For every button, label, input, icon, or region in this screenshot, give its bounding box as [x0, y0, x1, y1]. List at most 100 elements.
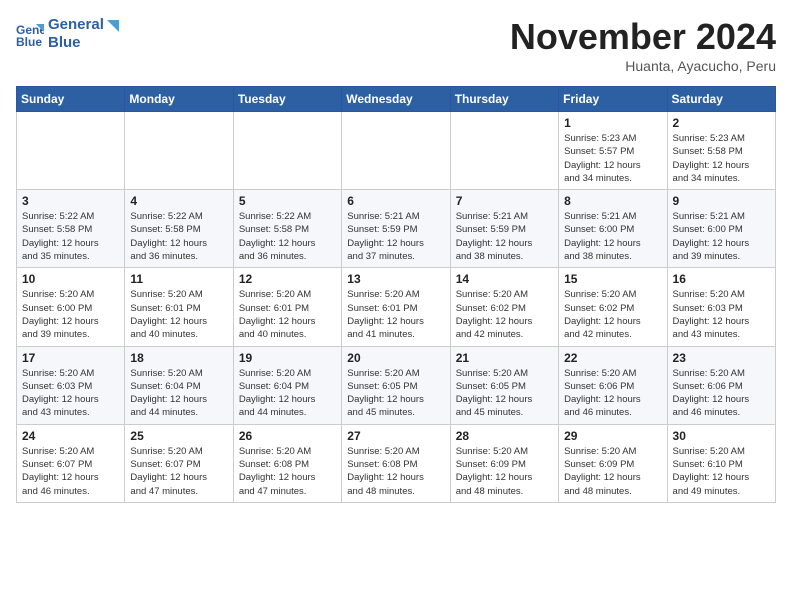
calendar-cell: 18 Sunrise: 5:20 AM Sunset: 6:04 PM Dayli… — [125, 346, 233, 424]
calendar-week-row: 24 Sunrise: 5:20 AM Sunset: 6:07 PM Dayli… — [17, 424, 776, 502]
day-info: Sunrise: 5:20 AM Sunset: 6:08 PM Dayligh… — [347, 445, 444, 498]
day-info: Sunrise: 5:20 AM Sunset: 6:06 PM Dayligh… — [673, 367, 770, 420]
col-header-sunday: Sunday — [17, 87, 125, 112]
day-number: 2 — [673, 116, 770, 130]
day-number: 13 — [347, 272, 444, 286]
location-subtitle: Huanta, Ayacucho, Peru — [510, 58, 776, 74]
calendar-cell: 25 Sunrise: 5:20 AM Sunset: 6:07 PM Dayli… — [125, 424, 233, 502]
calendar-cell: 11Sunrise: 5:20 AM Sunset: 6:01 PM Dayli… — [125, 268, 233, 346]
day-number: 9 — [673, 194, 770, 208]
calendar-cell: 24 Sunrise: 5:20 AM Sunset: 6:07 PM Dayli… — [17, 424, 125, 502]
calendar-cell: 27 Sunrise: 5:20 AM Sunset: 6:08 PM Dayli… — [342, 424, 450, 502]
day-number: 25 — [130, 429, 227, 443]
day-info: Sunrise: 5:20 AM Sunset: 6:07 PM Dayligh… — [130, 445, 227, 498]
day-number: 10 — [22, 272, 119, 286]
calendar-week-row: 10 Sunrise: 5:20 AM Sunset: 6:00 PM Dayli… — [17, 268, 776, 346]
logo-line1: General — [48, 16, 119, 34]
day-number: 30 — [673, 429, 770, 443]
day-number: 26 — [239, 429, 336, 443]
calendar-week-row: 1 Sunrise: 5:23 AM Sunset: 5:57 PM Daylig… — [17, 112, 776, 190]
calendar-week-row: 17 Sunrise: 5:20 AM Sunset: 6:03 PM Dayli… — [17, 346, 776, 424]
calendar-cell — [342, 112, 450, 190]
col-header-friday: Friday — [559, 87, 667, 112]
day-info: Sunrise: 5:21 AM Sunset: 6:00 PM Dayligh… — [564, 210, 661, 263]
day-number: 27 — [347, 429, 444, 443]
day-info: Sunrise: 5:20 AM Sunset: 6:03 PM Dayligh… — [22, 367, 119, 420]
day-number: 1 — [564, 116, 661, 130]
day-info: Sunrise: 5:20 AM Sunset: 6:09 PM Dayligh… — [564, 445, 661, 498]
calendar-week-row: 3Sunrise: 5:22 AM Sunset: 5:58 PM Daylig… — [17, 190, 776, 268]
day-number: 17 — [22, 351, 119, 365]
day-info: Sunrise: 5:20 AM Sunset: 6:04 PM Dayligh… — [130, 367, 227, 420]
logo-line2: Blue — [48, 34, 119, 52]
day-number: 6 — [347, 194, 444, 208]
day-number: 22 — [564, 351, 661, 365]
month-year-title: November 2024 — [510, 16, 776, 58]
calendar-cell: 30 Sunrise: 5:20 AM Sunset: 6:10 PM Dayli… — [667, 424, 775, 502]
day-info: Sunrise: 5:22 AM Sunset: 5:58 PM Dayligh… — [22, 210, 119, 263]
day-info: Sunrise: 5:21 AM Sunset: 6:00 PM Dayligh… — [673, 210, 770, 263]
day-info: Sunrise: 5:23 AM Sunset: 5:57 PM Dayligh… — [564, 132, 661, 185]
day-info: Sunrise: 5:21 AM Sunset: 5:59 PM Dayligh… — [456, 210, 553, 263]
calendar-cell: 5 Sunrise: 5:22 AM Sunset: 5:58 PM Daylig… — [233, 190, 341, 268]
day-info: Sunrise: 5:23 AM Sunset: 5:58 PM Dayligh… — [673, 132, 770, 185]
calendar-cell: 12 Sunrise: 5:20 AM Sunset: 6:01 PM Dayli… — [233, 268, 341, 346]
calendar-cell: 29 Sunrise: 5:20 AM Sunset: 6:09 PM Dayli… — [559, 424, 667, 502]
day-number: 16 — [673, 272, 770, 286]
day-number: 18 — [130, 351, 227, 365]
day-info: Sunrise: 5:20 AM Sunset: 6:01 PM Dayligh… — [130, 288, 227, 341]
day-info: Sunrise: 5:20 AM Sunset: 6:08 PM Dayligh… — [239, 445, 336, 498]
calendar-cell — [125, 112, 233, 190]
calendar-cell: 23 Sunrise: 5:20 AM Sunset: 6:06 PM Dayli… — [667, 346, 775, 424]
logo-triangle-icon — [105, 18, 119, 32]
day-info: Sunrise: 5:20 AM Sunset: 6:07 PM Dayligh… — [22, 445, 119, 498]
calendar-cell: 26 Sunrise: 5:20 AM Sunset: 6:08 PM Dayli… — [233, 424, 341, 502]
calendar-cell: 21Sunrise: 5:20 AM Sunset: 6:05 PM Dayli… — [450, 346, 558, 424]
calendar-cell — [233, 112, 341, 190]
day-number: 29 — [564, 429, 661, 443]
calendar-cell: 17 Sunrise: 5:20 AM Sunset: 6:03 PM Dayli… — [17, 346, 125, 424]
day-info: Sunrise: 5:20 AM Sunset: 6:06 PM Dayligh… — [564, 367, 661, 420]
calendar-cell — [17, 112, 125, 190]
day-info: Sunrise: 5:20 AM Sunset: 6:02 PM Dayligh… — [456, 288, 553, 341]
day-info: Sunrise: 5:22 AM Sunset: 5:58 PM Dayligh… — [130, 210, 227, 263]
calendar-cell: 4Sunrise: 5:22 AM Sunset: 5:58 PM Daylig… — [125, 190, 233, 268]
calendar-cell: 1 Sunrise: 5:23 AM Sunset: 5:57 PM Daylig… — [559, 112, 667, 190]
day-info: Sunrise: 5:20 AM Sunset: 6:09 PM Dayligh… — [456, 445, 553, 498]
day-number: 19 — [239, 351, 336, 365]
day-number: 7 — [456, 194, 553, 208]
calendar-cell: 2 Sunrise: 5:23 AM Sunset: 5:58 PM Daylig… — [667, 112, 775, 190]
calendar-cell: 3Sunrise: 5:22 AM Sunset: 5:58 PM Daylig… — [17, 190, 125, 268]
day-info: Sunrise: 5:22 AM Sunset: 5:58 PM Dayligh… — [239, 210, 336, 263]
calendar-table: SundayMondayTuesdayWednesdayThursdayFrid… — [16, 86, 776, 503]
day-number: 8 — [564, 194, 661, 208]
day-info: Sunrise: 5:20 AM Sunset: 6:05 PM Dayligh… — [456, 367, 553, 420]
day-info: Sunrise: 5:20 AM Sunset: 6:04 PM Dayligh… — [239, 367, 336, 420]
day-info: Sunrise: 5:20 AM Sunset: 6:00 PM Dayligh… — [22, 288, 119, 341]
day-info: Sunrise: 5:20 AM Sunset: 6:01 PM Dayligh… — [347, 288, 444, 341]
calendar-cell: 10 Sunrise: 5:20 AM Sunset: 6:00 PM Dayli… — [17, 268, 125, 346]
day-number: 28 — [456, 429, 553, 443]
day-info: Sunrise: 5:20 AM Sunset: 6:02 PM Dayligh… — [564, 288, 661, 341]
day-number: 5 — [239, 194, 336, 208]
logo: General Blue General Blue — [16, 16, 119, 52]
calendar-cell: 14Sunrise: 5:20 AM Sunset: 6:02 PM Dayli… — [450, 268, 558, 346]
calendar-cell: 7 Sunrise: 5:21 AM Sunset: 5:59 PM Daylig… — [450, 190, 558, 268]
calendar-cell: 16Sunrise: 5:20 AM Sunset: 6:03 PM Dayli… — [667, 268, 775, 346]
day-info: Sunrise: 5:20 AM Sunset: 6:01 PM Dayligh… — [239, 288, 336, 341]
day-number: 24 — [22, 429, 119, 443]
day-number: 12 — [239, 272, 336, 286]
col-header-saturday: Saturday — [667, 87, 775, 112]
day-info: Sunrise: 5:20 AM Sunset: 6:05 PM Dayligh… — [347, 367, 444, 420]
day-number: 23 — [673, 351, 770, 365]
day-info: Sunrise: 5:21 AM Sunset: 5:59 PM Dayligh… — [347, 210, 444, 263]
title-block: November 2024 Huanta, Ayacucho, Peru — [510, 16, 776, 74]
col-header-wednesday: Wednesday — [342, 87, 450, 112]
calendar-cell: 8 Sunrise: 5:21 AM Sunset: 6:00 PM Daylig… — [559, 190, 667, 268]
calendar-cell: 13 Sunrise: 5:20 AM Sunset: 6:01 PM Dayli… — [342, 268, 450, 346]
calendar-cell: 9 Sunrise: 5:21 AM Sunset: 6:00 PM Daylig… — [667, 190, 775, 268]
day-info: Sunrise: 5:20 AM Sunset: 6:10 PM Dayligh… — [673, 445, 770, 498]
col-header-thursday: Thursday — [450, 87, 558, 112]
logo-icon: General Blue — [16, 20, 44, 48]
page-header: General Blue General Blue November 2024 … — [16, 16, 776, 74]
